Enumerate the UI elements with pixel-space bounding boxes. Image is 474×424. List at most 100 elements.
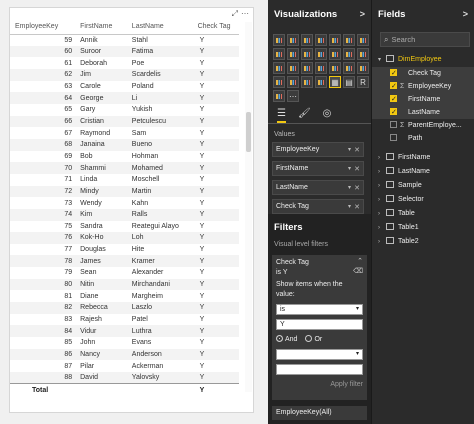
analytics-tab-icon[interactable]: ◎ [323,108,332,123]
table-row[interactable]: 69 Bob Hohman Y [10,151,239,163]
remove-icon[interactable]: ✕ [354,184,360,192]
dropdown-icon[interactable]: ▾ [348,146,351,153]
field-firstname[interactable]: FirstName [372,93,474,106]
more-visuals-icon[interactable]: ⋯ [287,90,299,102]
gauge-icon[interactable] [357,62,369,74]
table-node-dimemployee[interactable]: ▾ DimEmployee [372,53,474,67]
checkbox-checked[interactable] [390,67,397,80]
or-radio[interactable]: Or [305,335,322,345]
map-icon[interactable] [315,62,327,74]
clustered-column-chart-icon[interactable] [315,34,327,46]
kpi-icon[interactable] [301,76,313,88]
table-row[interactable]: 60 Suroor Fatima Y [10,45,239,58]
table-node-table1[interactable]: › Table1 [372,221,474,235]
table-row[interactable]: 62 Jim Scardelis Y [10,68,239,81]
table-node-lastname[interactable]: › LastName [372,165,474,179]
table-row[interactable]: 63 Carole Poland Y [10,81,239,93]
table-node-table[interactable]: › Table [372,207,474,221]
stacked-bar-chart-icon[interactable] [273,34,285,46]
value-well-firstname[interactable]: FirstName ▾ ✕ [272,161,364,176]
dropdown-icon[interactable]: ▾ [348,203,351,210]
table-row[interactable]: 87 Pilar Ackerman Y [10,360,239,372]
table-visual-icon[interactable]: ▦ [329,76,341,88]
checkbox-checked[interactable] [390,93,397,106]
clear-filter-icon[interactable]: ⌫ [353,267,363,275]
area-chart-icon[interactable] [273,48,285,60]
table-row[interactable]: 78 James Kramer Y [10,255,239,268]
field-path[interactable]: Path [372,132,474,145]
field-lastname[interactable]: LastName [372,106,474,119]
table-row[interactable]: 80 Nitin Mirchandani Y [10,278,239,291]
table-node-selector[interactable]: › Selector [372,193,474,207]
table-row[interactable]: 86 Nancy Anderson Y [10,348,239,361]
operator-select[interactable]: is ▾ [276,304,363,315]
table-row[interactable]: 68 Janaina Bueno Y [10,138,239,151]
table-node-table2[interactable]: › Table2 [372,235,474,249]
column-header-employeekey[interactable]: EmployeeKey [10,20,79,35]
checkbox[interactable] [390,121,397,128]
table-row[interactable]: 79 Sean Alexander Y [10,267,239,279]
field-parentemployeekey[interactable]: Σ ParentEmploye... [372,119,474,132]
table-node-sample[interactable]: › Sample [372,179,474,193]
pie-chart-icon[interactable] [273,62,285,74]
stacked-area-chart-icon[interactable] [287,48,299,60]
table-row[interactable]: 65 Gary Yukish Y [10,104,239,116]
focus-mode-icon[interactable]: ⤢ [232,9,238,19]
filter-card-employeekey[interactable]: EmployeeKey(All) [272,406,367,420]
remove-icon[interactable]: ✕ [354,146,360,154]
checkbox[interactable] [390,134,397,141]
collapse-chevron-icon[interactable]: > [463,9,468,19]
checkbox-checked[interactable] [390,80,397,93]
dropdown-icon[interactable]: ▾ [348,165,351,172]
fields-search-input[interactable]: ⌕ Search [380,32,470,47]
table-row[interactable]: 59 Annik Stahl Y [10,34,239,46]
field-check-tag[interactable]: Check Tag [372,67,474,80]
slicer-icon[interactable] [315,76,327,88]
percent-bar-chart-icon[interactable] [329,34,341,46]
checkbox-checked[interactable] [390,106,397,119]
funnel-icon[interactable] [343,62,355,74]
second-value-input[interactable] [276,364,363,375]
table-row[interactable]: 61 Deborah Poe Y [10,57,239,69]
remove-icon[interactable]: ✕ [354,165,360,173]
dropdown-icon[interactable]: ▾ [348,184,351,191]
filter-card-check-tag[interactable]: ⌃ ⌫ Check Tag is Y Show items when the v… [272,255,367,400]
value-well-lastname[interactable]: LastName ▾ ✕ [272,180,364,195]
table-row[interactable]: 70 Shammi Mohamed Y [10,162,239,174]
column-header-check-tag[interactable]: Check Tag [195,20,239,35]
field-employeekey[interactable]: ΣEmployeeKey [372,80,474,93]
matrix-icon[interactable]: ▤ [343,76,355,88]
table-row[interactable]: 85 John Evans Y [10,337,239,349]
filled-map-icon[interactable] [329,62,341,74]
table-row[interactable]: 72 Mindy Martin Y [10,185,239,198]
collapse-chevron-icon[interactable]: > [360,9,365,19]
line-chart-icon[interactable] [357,34,369,46]
line-column-chart-icon[interactable] [301,48,313,60]
second-operator-select[interactable]: ▾ [276,349,363,360]
donut-chart-icon[interactable] [287,62,299,74]
table-node-firstname[interactable]: › FirstName [372,151,474,165]
value-well-check-tag[interactable]: Check Tag ▾ ✕ [272,199,364,214]
table-row[interactable]: 66 Cristian Petculescu Y [10,115,239,128]
clustered-bar-chart-icon[interactable] [301,34,313,46]
collapse-filter-icon[interactable]: ⌃ [357,257,363,265]
and-radio[interactable]: And [276,335,297,345]
r-script-visual-icon[interactable]: R [357,76,369,88]
table-row[interactable]: 83 Rajesh Patel Y [10,314,239,326]
treemap-icon[interactable] [301,62,313,74]
scrollbar-thumb[interactable] [246,112,251,152]
percent-column-chart-icon[interactable] [343,34,355,46]
table-row[interactable]: 73 Wendy Kahn Y [10,197,239,209]
globe-map-icon[interactable] [273,90,285,102]
table-row[interactable]: 81 Diane Margheim Y [10,290,239,302]
column-header-firstname[interactable]: FirstName [78,20,130,35]
table-visual[interactable]: ⤢ ⋯ EmployeeKey FirstName LastName Check… [9,7,254,413]
filter-value-input[interactable]: Y [276,319,363,330]
table-row[interactable]: 74 Kim Ralls Y [10,208,239,221]
multi-row-card-icon[interactable] [273,76,285,88]
value-well-employeekey[interactable]: EmployeeKey ▾ ✕ [272,142,364,157]
table-row[interactable]: 67 Raymond Sam Y [10,127,239,139]
table-scrollbar[interactable] [245,22,252,392]
fields-tab-icon[interactable]: ☰ [277,108,286,123]
table-row[interactable]: 64 George Li Y [10,92,239,104]
